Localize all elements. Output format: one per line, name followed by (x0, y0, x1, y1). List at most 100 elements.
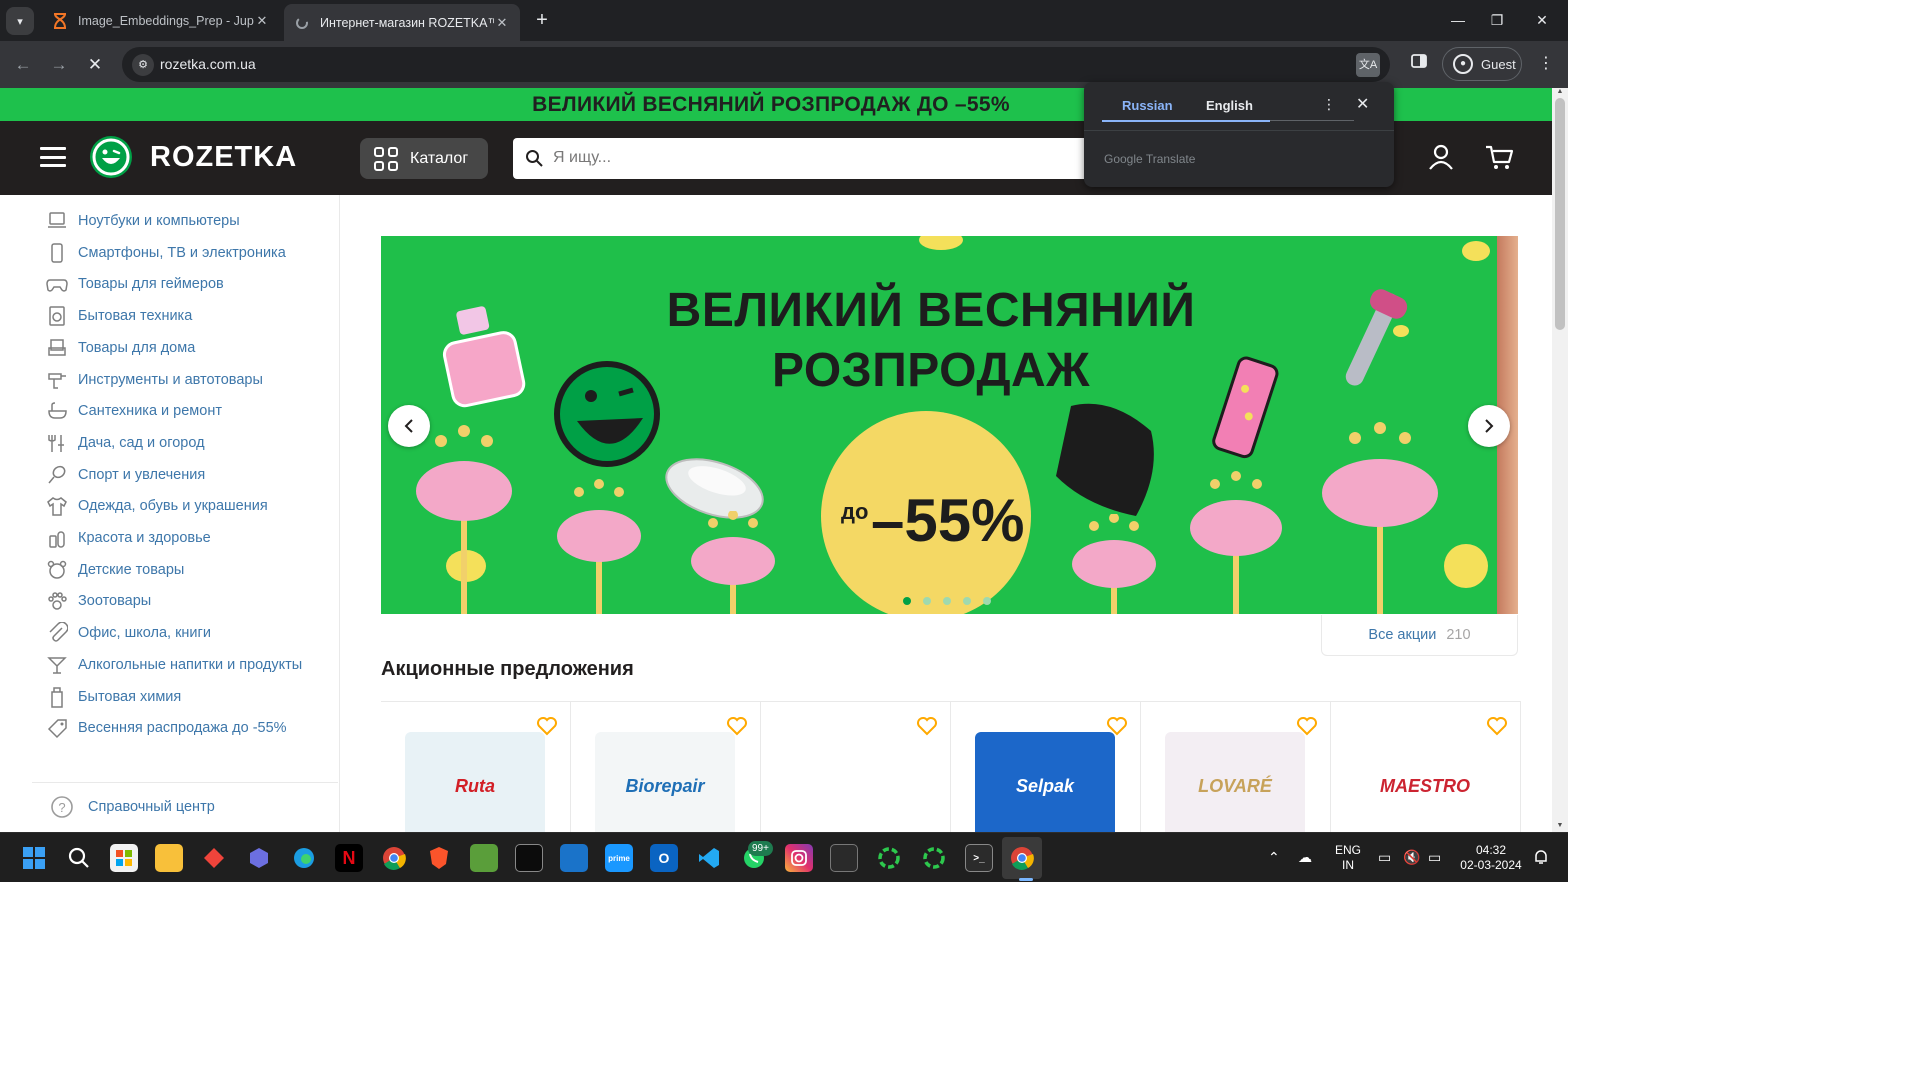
sidebar-category-item[interactable]: Бытовая техника (46, 304, 192, 328)
instagram-icon[interactable] (785, 844, 813, 872)
terminal-icon[interactable]: >_ (965, 844, 993, 872)
tab-search-button[interactable]: ▾ (6, 7, 34, 35)
close-icon[interactable]: ✕ (254, 13, 270, 29)
product-card[interactable]: Ruta (381, 701, 571, 832)
sidebar-category-item[interactable]: Смартфоны, ТВ и электроника (46, 241, 286, 265)
product-card[interactable]: Biorepair (571, 701, 761, 832)
target-language-tab[interactable]: English (1206, 98, 1253, 113)
address-bar[interactable]: ⚙ rozetka.com.ua 文A (122, 47, 1390, 82)
app-window-icon[interactable] (560, 844, 588, 872)
chrome-icon[interactable] (1008, 844, 1036, 872)
product-image[interactable]: Biorepair (595, 732, 735, 832)
sidebar-category-item[interactable]: Сантехника и ремонт (46, 399, 222, 423)
sidebar-category-item[interactable]: Красота и здоровье (46, 526, 211, 550)
url-text[interactable]: rozetka.com.ua (160, 56, 256, 72)
store-icon[interactable] (110, 844, 138, 872)
logo-smile-icon[interactable] (90, 136, 132, 178)
scroll-up-icon[interactable]: ▲ (1555, 88, 1565, 98)
sidebar-category-item[interactable]: Ноутбуки и компьютеры (46, 209, 240, 233)
sidebar-category-item[interactable]: Товары для геймеров (46, 272, 224, 296)
window-close-button[interactable]: ✕ (1530, 8, 1554, 32)
search-icon[interactable] (65, 844, 93, 872)
sidebar-category-item[interactable]: Спорт и увлечения (46, 463, 205, 487)
anydesk-icon[interactable] (200, 844, 228, 872)
minimize-button[interactable]: — (1446, 8, 1470, 32)
sidebar-category-item[interactable]: Офис, школа, книги (46, 621, 211, 645)
carousel-dot[interactable] (903, 597, 911, 605)
product-card[interactable]: MAESTRO (1331, 701, 1521, 832)
volume-muted-icon[interactable]: 🔇 (1403, 849, 1420, 866)
product-image[interactable]: MAESTRO (1355, 732, 1495, 832)
chevron-up-icon[interactable]: ⌃ (1268, 849, 1280, 866)
menu-icon[interactable] (40, 147, 66, 167)
stop-loading-button[interactable]: ✕ (82, 52, 108, 78)
sidebar-category-item[interactable]: Товары для дома (46, 336, 195, 360)
sidebar-category-item[interactable]: Зоотовары (46, 589, 151, 613)
vscode-icon[interactable] (695, 844, 723, 872)
restore-button[interactable]: ❐ (1485, 8, 1509, 32)
product-card[interactable]: Selpak (951, 701, 1141, 832)
product-image[interactable]: LOVARÉ (1165, 732, 1305, 832)
green-ring-icon[interactable] (920, 844, 948, 872)
sidebar-category-item[interactable]: Весенняя распродажа до -55% (46, 716, 287, 740)
sidebar-category-item[interactable]: Дача, сад и огород (46, 431, 205, 455)
netflix-icon[interactable]: N (335, 844, 363, 872)
sidebar-category-item[interactable]: Инструменты и автотовары (46, 368, 263, 392)
carousel-dot[interactable] (963, 597, 971, 605)
brave-icon[interactable] (425, 844, 453, 872)
image-viewer-icon[interactable] (470, 844, 498, 872)
translate-icon[interactable]: 文A (1356, 53, 1380, 77)
windows-start-icon[interactable] (20, 844, 48, 872)
new-tab-button[interactable]: + (530, 8, 554, 32)
product-image[interactable]: Selpak (975, 732, 1115, 832)
language-indicator[interactable]: ENG IN (1332, 843, 1364, 873)
edge-icon[interactable] (290, 844, 318, 872)
chrome-icon[interactable] (380, 844, 408, 872)
clock[interactable]: 04:32 02-03-2024 (1456, 843, 1526, 873)
logo[interactable]: ROZETKA (150, 141, 297, 174)
tab-rozetka[interactable]: Интернет-магазин ROZETKA™: офи ✕ (284, 4, 520, 41)
file-explorer-icon[interactable] (155, 844, 183, 872)
carousel-next-button[interactable] (1468, 405, 1510, 447)
copilot-icon[interactable] (245, 844, 273, 872)
terminal-icon[interactable] (515, 844, 543, 872)
product-card[interactable] (761, 701, 951, 832)
network-icon[interactable]: ▭ (1378, 849, 1391, 866)
carousel-dot[interactable] (943, 597, 951, 605)
tab-jupyter[interactable]: Image_Embeddings_Prep - Jupyter ✕ (42, 4, 280, 37)
sidebar-category-item[interactable]: Алкогольные напитки и продукты (46, 653, 302, 677)
sidebar-category-item[interactable]: Одежда, обувь и украшения (46, 494, 268, 518)
product-image[interactable] (785, 732, 925, 832)
green-ring-icon[interactable] (875, 844, 903, 872)
scrollbar-thumb[interactable] (1555, 98, 1565, 330)
catalog-button[interactable]: Каталог (360, 138, 488, 179)
sidebar-category-item[interactable]: Детские товары (46, 558, 184, 582)
notifications-bell-icon[interactable] (1534, 849, 1548, 868)
carousel-prev-button[interactable] (388, 405, 430, 447)
help-center-link[interactable]: ? Справочный центр (50, 795, 215, 819)
forward-button[interactable]: → (46, 52, 72, 78)
battery-icon[interactable]: ▭ (1428, 849, 1441, 866)
user-icon[interactable] (1426, 142, 1456, 172)
profile-button[interactable]: ● Guest (1442, 47, 1522, 81)
cart-icon[interactable] (1484, 142, 1514, 172)
close-icon[interactable]: ✕ (494, 15, 510, 31)
product-card[interactable]: LOVARÉ (1141, 701, 1331, 832)
prime-video-icon[interactable]: prime (605, 844, 633, 872)
scroll-down-icon[interactable]: ▼ (1555, 822, 1565, 832)
window-icon[interactable] (830, 844, 858, 872)
onedrive-icon[interactable]: ☁ (1298, 849, 1312, 866)
close-icon[interactable]: ✕ (1356, 94, 1369, 114)
page-scrollbar[interactable]: ▲ ▼ (1552, 88, 1568, 832)
translate-options-icon[interactable]: ⋮ (1322, 96, 1336, 113)
more-menu-icon[interactable]: ⋮ (1536, 53, 1556, 73)
carousel-dot[interactable] (923, 597, 931, 605)
side-panel-icon[interactable] (1408, 53, 1430, 75)
site-info-icon[interactable]: ⚙ (132, 54, 154, 76)
promo-banner[interactable]: ВЕЛИКИЙ ВЕСНЯНИЙ РОЗПРОДАЖ до –55% (381, 236, 1497, 614)
all-promos-link[interactable]: Все акции 210 (1321, 615, 1518, 656)
product-image[interactable]: Ruta (405, 732, 545, 832)
source-language-tab[interactable]: Russian (1122, 98, 1173, 113)
back-button[interactable]: ← (10, 52, 36, 78)
sidebar-category-item[interactable]: Бытовая химия (46, 685, 181, 709)
